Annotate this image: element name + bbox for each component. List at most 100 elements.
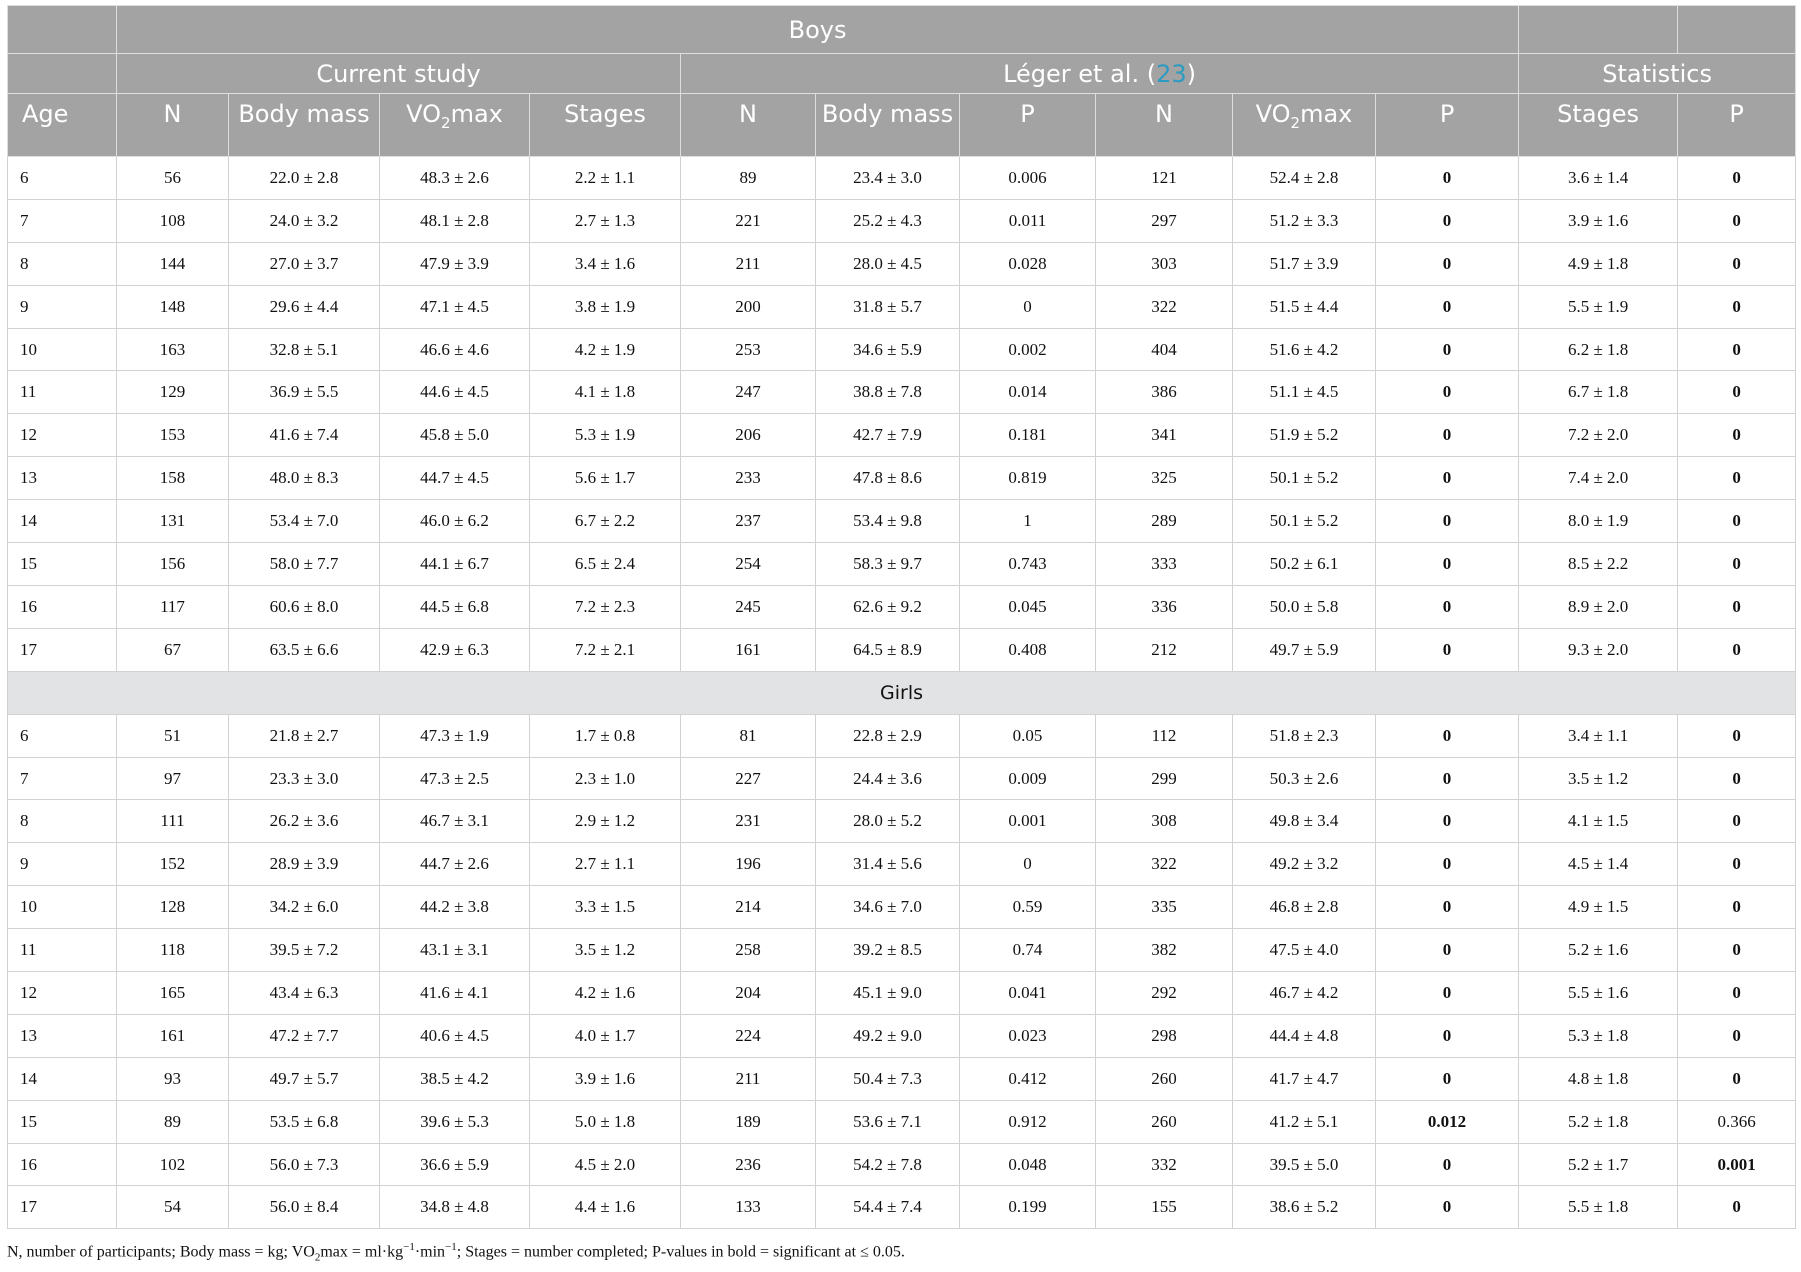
age-cell: 12 — [7, 971, 117, 1015]
leger-n-vo2-cell: 292 — [1095, 971, 1233, 1015]
body-mass-cell: 56.0 ± 8.4 — [228, 1185, 380, 1230]
leger-stages-cell: 5.2 ± 1.8 — [1518, 1099, 1679, 1144]
leger-n-vo2-cell: 341 — [1095, 413, 1233, 458]
leger-n-cell: 253 — [680, 327, 816, 372]
age-cell: 9 — [7, 842, 117, 887]
stages-cell: 7.2 ± 2.3 — [529, 584, 681, 629]
table-row: 12 153 41.6 ± 7.4 45.8 ± 5.0 5.3 ± 1.9 206 42.… — [7, 413, 1797, 458]
table-row: 14 93 49.7 ± 5.7 38.5 ± 4.2 3.9 ± 1.6 211 50.4… — [7, 1056, 1797, 1101]
vo2max-cell: 42.9 ± 6.3 — [379, 627, 530, 672]
leger-vo2max-cell: 51.8 ± 2.3 — [1232, 713, 1376, 758]
col-p-body-mass: P — [959, 93, 1096, 157]
leger-body-mass-cell: 34.6 ± 7.0 — [815, 885, 960, 930]
body-mass-cell: 28.9 ± 3.9 — [228, 842, 380, 887]
body-mass-cell: 49.7 ± 5.7 — [228, 1056, 380, 1101]
leger-n-vo2-cell: 382 — [1095, 928, 1233, 973]
table-row: 6 51 21.8 ± 2.7 47.3 ± 1.9 1.7 ± 0.8 81 22.8 ±… — [7, 713, 1797, 758]
body-mass-cell: 47.2 ± 7.7 — [228, 1013, 380, 1058]
table-row: 15 89 53.5 ± 6.8 39.6 ± 5.3 5.0 ± 1.8 189 53.6… — [7, 1099, 1797, 1144]
table-row: 15 156 58.0 ± 7.7 44.1 ± 6.7 6.5 ± 2.4 254 58.… — [7, 542, 1797, 586]
leger-stages-cell: 4.1 ± 1.5 — [1518, 799, 1679, 844]
leger-body-mass-cell: 62.6 ± 9.2 — [815, 584, 960, 629]
p-vo2max-cell: 0 — [1374, 156, 1520, 200]
table-row: 17 54 56.0 ± 8.4 34.8 ± 4.8 4.4 ± 1.6 133 54.4… — [7, 1185, 1797, 1230]
leger-n-cell: 247 — [680, 370, 816, 415]
footnote-sup: −1 — [403, 1241, 415, 1253]
age-cell: 17 — [7, 1185, 117, 1230]
leger-stages-cell: 3.4 ± 1.1 — [1518, 713, 1679, 758]
n-cell: 163 — [116, 327, 229, 372]
p-body-mass-cell: 0.59 — [959, 885, 1096, 930]
age-cell: 15 — [7, 542, 117, 586]
p-body-mass-cell: 1 — [959, 499, 1096, 544]
header-blank-cell — [1677, 5, 1797, 54]
p-body-mass-cell: 0.002 — [959, 327, 1096, 372]
p-vo2max-cell: 0 — [1374, 456, 1520, 501]
p-body-mass-cell: 0.045 — [959, 584, 1096, 629]
girls-section-row: Girls — [6, 670, 1797, 715]
p-body-mass-cell: 0.743 — [959, 542, 1096, 586]
vo2max-cell: 44.6 ± 4.5 — [379, 370, 530, 415]
vo2-suffix: max — [1300, 100, 1353, 128]
stages-cell: 7.2 ± 2.1 — [529, 627, 681, 672]
p-vo2max-cell: 0 — [1374, 284, 1520, 329]
vo2-prefix: VO — [1255, 100, 1291, 128]
body-mass-cell: 56.0 ± 7.3 — [228, 1142, 380, 1187]
leger-vo2max-cell: 38.6 ± 5.2 — [1232, 1185, 1376, 1230]
n-cell: 117 — [116, 584, 229, 629]
body-mass-cell: 29.6 ± 4.4 — [228, 284, 380, 329]
n-cell: 158 — [116, 456, 229, 501]
p-vo2max-cell: 0 — [1374, 584, 1520, 629]
n-cell: 93 — [116, 1056, 229, 1101]
p-body-mass-cell: 0.199 — [959, 1185, 1096, 1230]
table-row: 7 97 23.3 ± 3.0 47.3 ± 2.5 2.3 ± 1.0 227 24.4 … — [7, 756, 1797, 801]
n-cell: 152 — [116, 842, 229, 887]
table-row: 14 131 53.4 ± 7.0 46.0 ± 6.2 6.7 ± 2.2 237 53.… — [7, 499, 1797, 544]
leger-n-vo2-cell: 308 — [1095, 799, 1233, 844]
p-stages-cell: 0 — [1677, 713, 1797, 758]
age-cell: 16 — [7, 584, 117, 629]
leger-vo2max-cell: 52.4 ± 2.8 — [1232, 156, 1376, 200]
body-mass-cell: 26.2 ± 3.6 — [228, 799, 380, 844]
current-study-header: Current study — [116, 53, 681, 94]
p-vo2max-cell: 0 — [1374, 1142, 1520, 1187]
leger-n-cell: 189 — [680, 1099, 816, 1144]
p-vo2max-cell: 0 — [1374, 241, 1520, 286]
footnote-text: ; Stages = number completed; P-values in… — [456, 1243, 905, 1261]
vo2max-cell: 45.8 ± 5.0 — [379, 413, 530, 458]
p-body-mass-cell: 0.412 — [959, 1056, 1096, 1101]
body-mass-cell: 43.4 ± 6.3 — [228, 971, 380, 1015]
age-cell: 8 — [7, 799, 117, 844]
p-stages-cell: 0 — [1677, 928, 1797, 973]
leger-stages-cell: 4.9 ± 1.5 — [1518, 885, 1679, 930]
leger-n-vo2-cell: 299 — [1095, 756, 1233, 801]
p-stages-cell: 0 — [1677, 756, 1797, 801]
p-body-mass-cell: 0.028 — [959, 241, 1096, 286]
n-cell: 108 — [116, 198, 229, 243]
leger-vo2max-cell: 50.2 ± 6.1 — [1232, 542, 1376, 586]
n-cell: 97 — [116, 756, 229, 801]
body-mass-cell: 24.0 ± 3.2 — [228, 198, 380, 243]
body-mass-cell: 48.0 ± 8.3 — [228, 456, 380, 501]
age-cell: 14 — [7, 1056, 117, 1101]
n-cell: 129 — [116, 370, 229, 415]
table-row: 8 144 27.0 ± 3.7 47.9 ± 3.9 3.4 ± 1.6 211 28.0… — [7, 241, 1797, 286]
leger-citation-link[interactable]: 23 — [1156, 60, 1187, 88]
age-cell: 13 — [7, 456, 117, 501]
leger-n-vo2-cell: 322 — [1095, 842, 1233, 887]
p-vo2max-cell: 0.012 — [1374, 1099, 1520, 1144]
leger-n-vo2-cell: 332 — [1095, 1142, 1233, 1187]
leger-stages-cell: 5.5 ± 1.6 — [1518, 971, 1679, 1015]
p-vo2max-cell: 0 — [1374, 756, 1520, 801]
p-body-mass-cell: 0 — [959, 284, 1096, 329]
p-body-mass-cell: 0.181 — [959, 413, 1096, 458]
stages-cell: 2.7 ± 1.1 — [529, 842, 681, 887]
col-vo2max: VO2max — [379, 93, 530, 157]
p-body-mass-cell: 0.023 — [959, 1013, 1096, 1058]
leger-stages-cell: 5.2 ± 1.6 — [1518, 928, 1679, 973]
leger-n-cell: 81 — [680, 713, 816, 758]
leger-n-vo2-cell: 336 — [1095, 584, 1233, 629]
vo2max-cell: 48.1 ± 2.8 — [379, 198, 530, 243]
col-n: N — [116, 93, 229, 157]
leger-n-cell: 233 — [680, 456, 816, 501]
